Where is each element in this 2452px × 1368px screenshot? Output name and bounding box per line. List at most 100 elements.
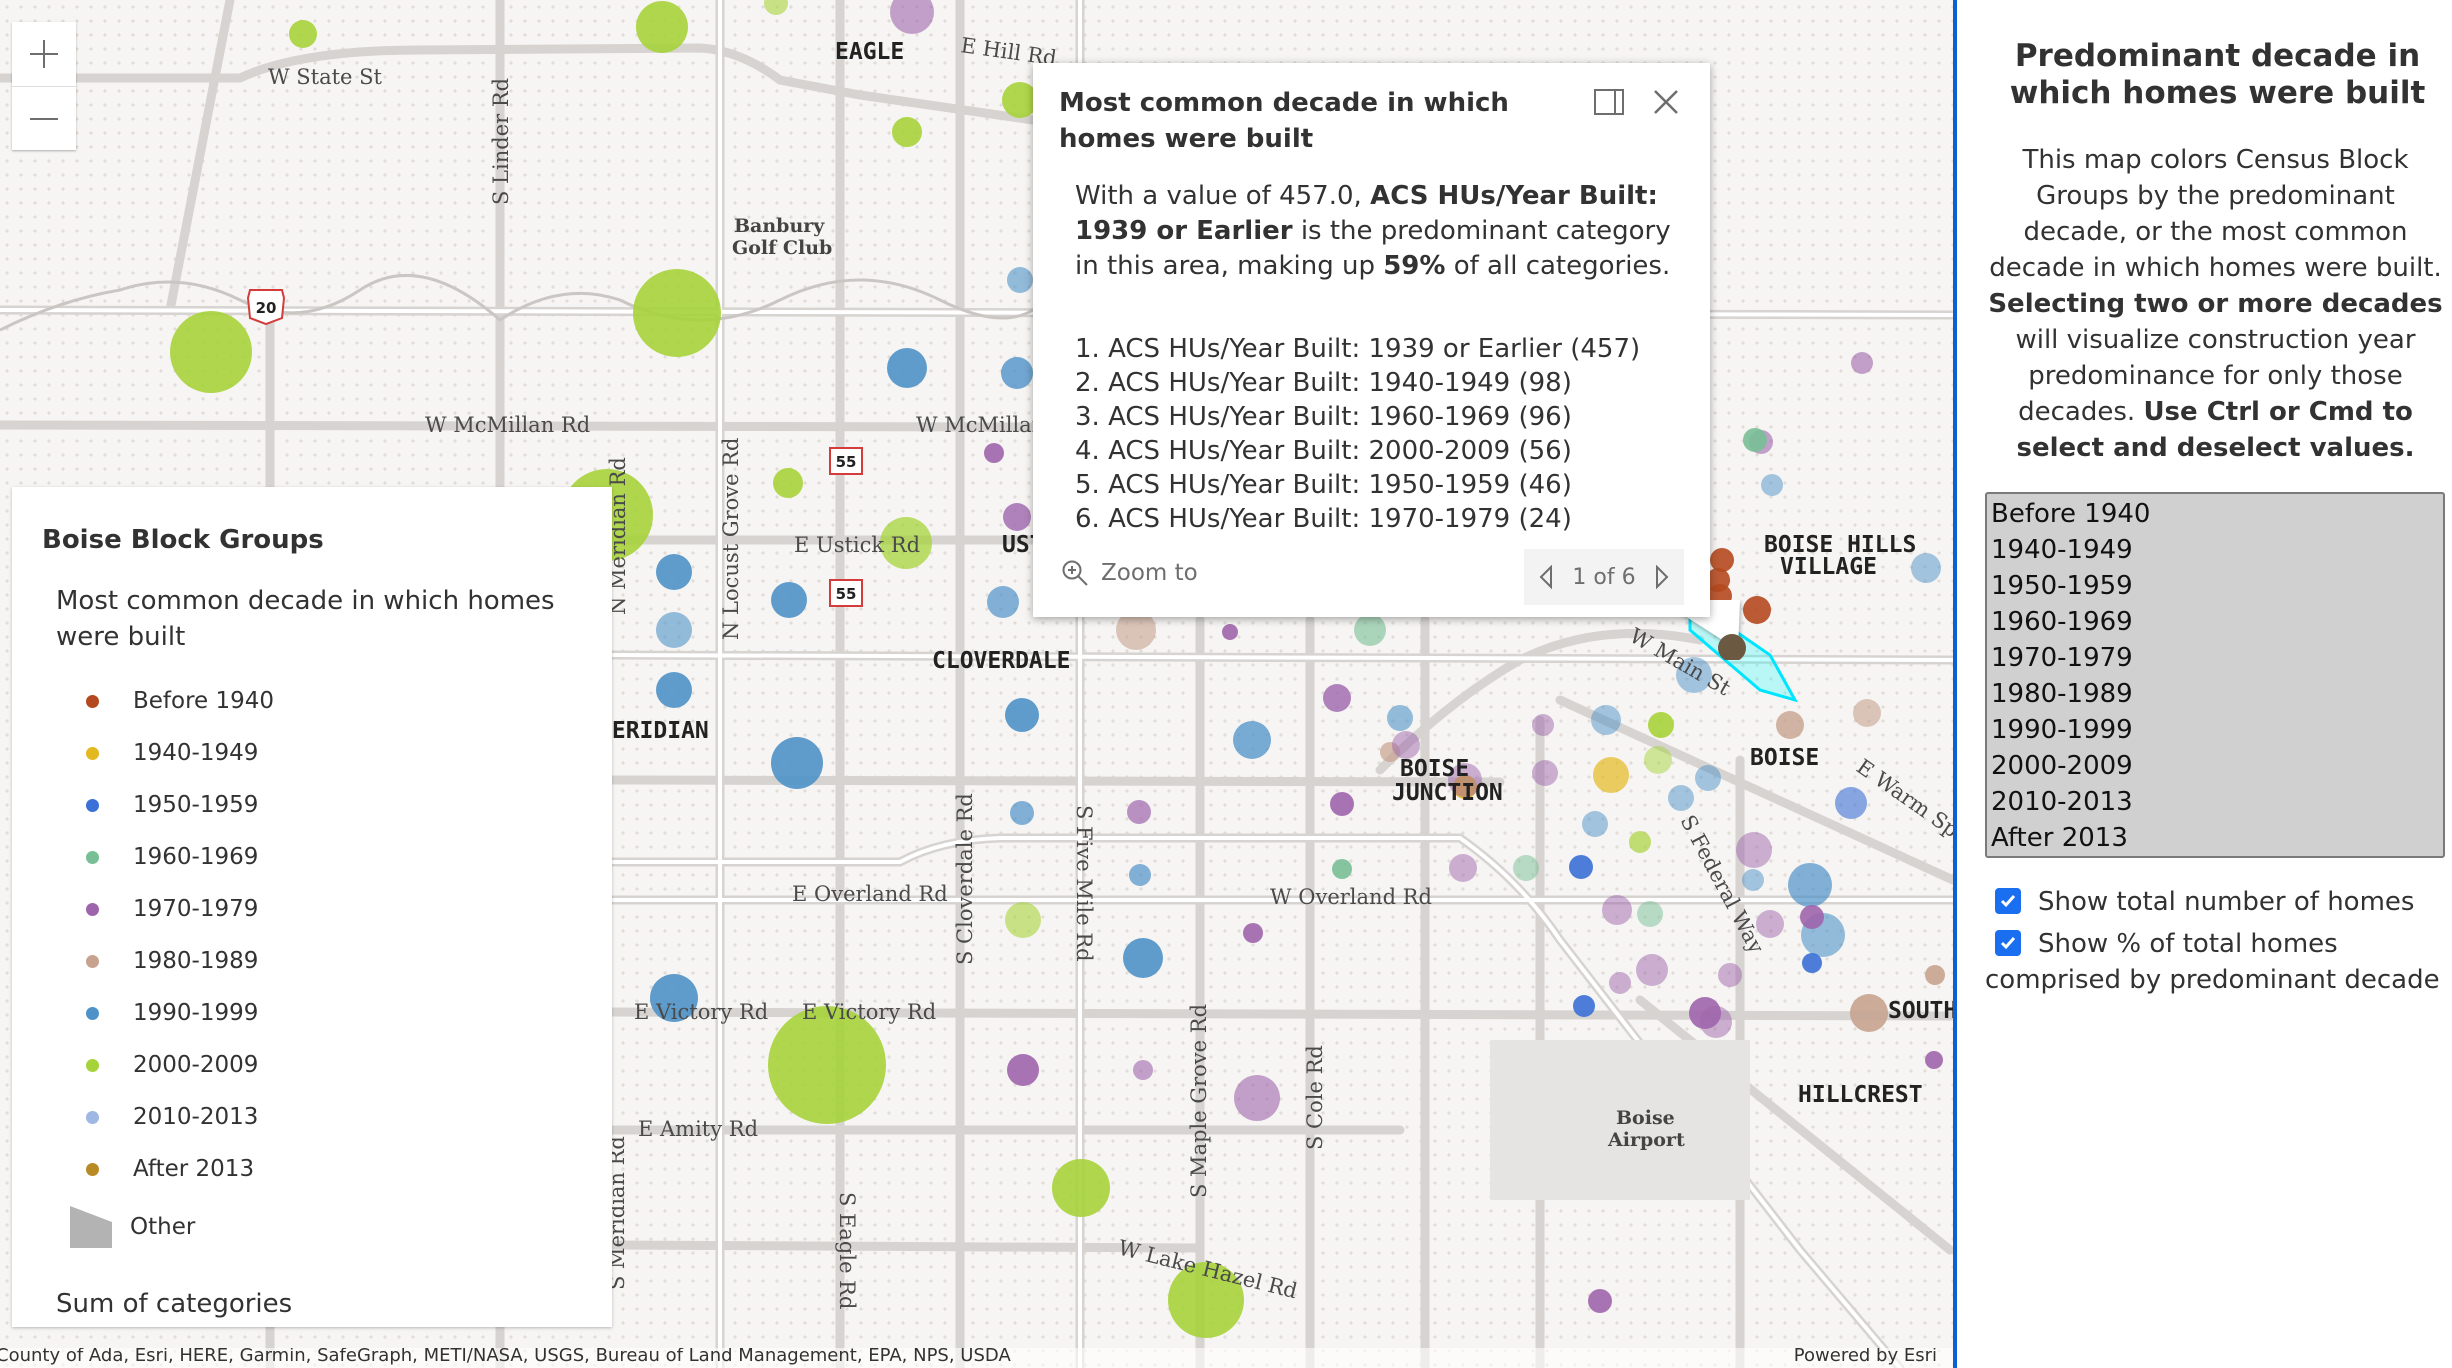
block-group-symbol[interactable] bbox=[890, 0, 934, 34]
decade-option[interactable]: 1990-1999 bbox=[1991, 712, 2439, 748]
block-group-symbol[interactable] bbox=[1668, 785, 1694, 811]
block-group-symbol[interactable] bbox=[1695, 765, 1721, 791]
block-group-symbol[interactable] bbox=[1644, 746, 1672, 774]
block-group-symbol[interactable] bbox=[1609, 972, 1631, 994]
block-group-symbol[interactable] bbox=[1127, 800, 1151, 824]
block-group-symbol[interactable] bbox=[1925, 965, 1945, 985]
block-group-symbol[interactable] bbox=[1354, 614, 1386, 646]
block-group-symbol[interactable] bbox=[1788, 863, 1832, 907]
block-group-symbol[interactable] bbox=[1449, 854, 1477, 882]
close-icon[interactable] bbox=[1647, 83, 1685, 121]
block-group-symbol[interactable] bbox=[1330, 792, 1354, 816]
block-group-symbol[interactable] bbox=[1323, 684, 1351, 712]
decade-multiselect[interactable]: Before 1940 1940-1949 1950-1959 1960-1969 19… bbox=[1985, 492, 2445, 858]
block-group-symbol[interactable] bbox=[771, 582, 807, 618]
block-group-symbol[interactable] bbox=[764, 0, 788, 15]
block-group-symbol[interactable] bbox=[1761, 474, 1783, 496]
show-percent-checkbox-row[interactable]: Show % of total homes comprised by predo… bbox=[1985, 926, 2452, 998]
block-group-symbol[interactable] bbox=[1700, 1006, 1732, 1038]
block-group-symbol[interactable] bbox=[633, 269, 721, 357]
show-total-checkbox[interactable] bbox=[1995, 888, 2021, 914]
block-group-symbol[interactable] bbox=[636, 1, 688, 53]
block-group-symbol[interactable] bbox=[1573, 995, 1595, 1017]
block-group-symbol[interactable] bbox=[1710, 548, 1734, 572]
block-group-symbol[interactable] bbox=[656, 672, 692, 708]
block-group-symbol[interactable] bbox=[1392, 731, 1420, 759]
block-group-symbol[interactable] bbox=[1593, 757, 1629, 793]
block-group-symbol[interactable] bbox=[1742, 869, 1764, 891]
block-group-symbol[interactable] bbox=[1233, 721, 1271, 759]
block-group-symbol[interactable] bbox=[1925, 1051, 1943, 1069]
next-feature-button[interactable] bbox=[1648, 559, 1676, 595]
block-group-symbol[interactable] bbox=[1636, 954, 1668, 986]
show-percent-checkbox[interactable] bbox=[1995, 930, 2021, 956]
zoom-out-button[interactable] bbox=[12, 86, 76, 150]
block-group-symbol[interactable] bbox=[1569, 855, 1593, 879]
decade-option[interactable]: 1980-1989 bbox=[1991, 676, 2439, 712]
block-group-symbol[interactable] bbox=[1332, 859, 1352, 879]
block-group-symbol[interactable] bbox=[1387, 705, 1413, 731]
block-group-symbol[interactable] bbox=[1010, 801, 1034, 825]
block-group-symbol[interactable] bbox=[1853, 699, 1881, 727]
block-group-symbol[interactable] bbox=[1133, 1060, 1153, 1080]
block-group-symbol[interactable] bbox=[1629, 831, 1651, 853]
block-group-symbol[interactable] bbox=[170, 311, 252, 393]
block-group-symbol[interactable] bbox=[1743, 428, 1767, 452]
block-group-symbol[interactable] bbox=[656, 554, 692, 590]
block-group-symbol[interactable] bbox=[892, 117, 922, 147]
decade-option[interactable]: 1960-1969 bbox=[1991, 604, 2439, 640]
block-group-symbol[interactable] bbox=[1637, 901, 1663, 927]
block-group-symbol[interactable] bbox=[1736, 832, 1772, 868]
show-total-label: Show total number of homes bbox=[2038, 887, 2415, 917]
powered-by-esri[interactable]: Powered by Esri bbox=[1794, 1348, 1937, 1366]
block-group-symbol[interactable] bbox=[1588, 1289, 1612, 1313]
block-group-symbol[interactable] bbox=[1123, 938, 1163, 978]
block-group-symbol[interactable] bbox=[1513, 855, 1539, 881]
block-group-symbol[interactable] bbox=[1850, 994, 1888, 1032]
block-group-symbol[interactable] bbox=[1005, 698, 1039, 732]
block-group-symbol[interactable] bbox=[1582, 811, 1608, 837]
block-group-symbol[interactable] bbox=[1718, 963, 1742, 987]
block-group-symbol[interactable] bbox=[1052, 1159, 1110, 1217]
decade-option[interactable]: 2000-2009 bbox=[1991, 748, 2439, 784]
block-group-symbol[interactable] bbox=[1234, 1075, 1280, 1121]
block-group-symbol[interactable] bbox=[1835, 787, 1867, 819]
block-group-symbol[interactable] bbox=[1800, 905, 1824, 929]
block-group-symbol[interactable] bbox=[1129, 864, 1151, 886]
previous-feature-button[interactable] bbox=[1532, 559, 1560, 595]
decade-option[interactable]: 1950-1959 bbox=[1991, 568, 2439, 604]
block-group-symbol[interactable] bbox=[771, 737, 823, 789]
block-group-symbol[interactable] bbox=[1851, 352, 1873, 374]
decade-option[interactable]: Before 1940 bbox=[1991, 496, 2439, 532]
block-group-symbol[interactable] bbox=[1532, 714, 1554, 736]
block-group-symbol[interactable] bbox=[1802, 953, 1822, 973]
block-group-symbol[interactable] bbox=[1602, 895, 1632, 925]
block-group-symbol[interactable] bbox=[1591, 705, 1621, 735]
show-total-checkbox-row[interactable]: Show total number of homes bbox=[1995, 884, 2452, 920]
attribution-text[interactable]: County of Ada, Esri, HERE, Garmin, SafeG… bbox=[0, 1348, 1011, 1366]
block-group-symbol[interactable] bbox=[984, 443, 1004, 463]
block-group-symbol[interactable] bbox=[1532, 760, 1558, 786]
block-group-symbol[interactable] bbox=[1007, 267, 1033, 293]
decade-option[interactable]: After 2013 bbox=[1991, 820, 2439, 856]
decade-option[interactable]: 1970-1979 bbox=[1991, 640, 2439, 676]
block-group-symbol[interactable] bbox=[1001, 357, 1033, 389]
block-group-symbol[interactable] bbox=[289, 20, 317, 48]
decade-option[interactable]: 2010-2013 bbox=[1991, 784, 2439, 820]
block-group-symbol[interactable] bbox=[1776, 711, 1804, 739]
block-group-symbol[interactable] bbox=[1648, 712, 1674, 738]
block-group-symbol[interactable] bbox=[887, 348, 927, 388]
block-group-symbol[interactable] bbox=[656, 612, 692, 648]
block-group-symbol[interactable] bbox=[1007, 1054, 1039, 1086]
zoom-in-button[interactable] bbox=[12, 22, 76, 86]
block-group-symbol[interactable] bbox=[987, 586, 1019, 618]
dock-icon[interactable] bbox=[1594, 89, 1624, 115]
block-group-symbol[interactable] bbox=[1222, 624, 1238, 640]
block-group-symbol[interactable] bbox=[1003, 503, 1031, 531]
block-group-symbol[interactable] bbox=[773, 468, 803, 498]
zoom-to-button[interactable]: Zoom to bbox=[1061, 559, 1198, 587]
panel-description: This map colors Census Block Groups by t… bbox=[1988, 145, 2443, 463]
block-group-symbol[interactable] bbox=[1243, 923, 1263, 943]
block-group-symbol[interactable] bbox=[1005, 902, 1041, 938]
decade-option[interactable]: 1940-1949 bbox=[1991, 532, 2439, 568]
